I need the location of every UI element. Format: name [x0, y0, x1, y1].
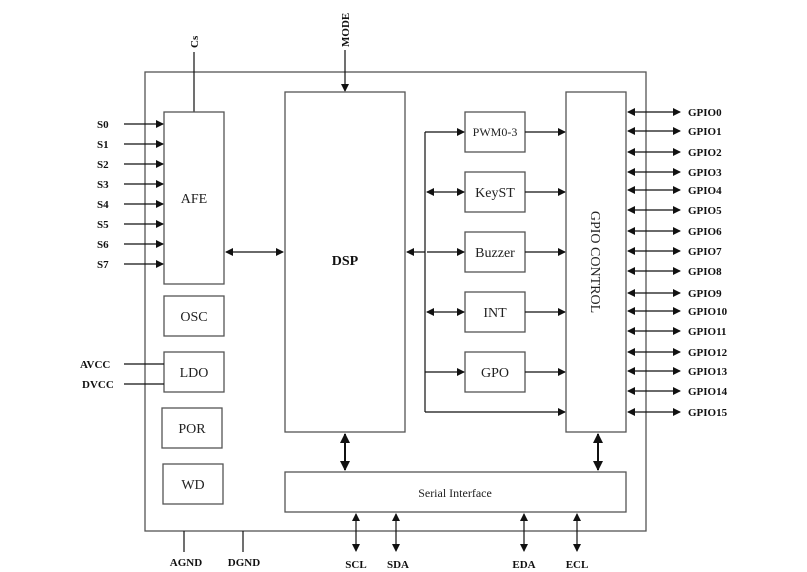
- dgnd-pin-label: DGND: [228, 557, 260, 569]
- gpio-pin-label: GPIO1: [688, 126, 722, 138]
- sensor-input-label: S5: [97, 219, 109, 231]
- dsp-label: DSP: [332, 254, 359, 269]
- sensor-input-label: S3: [97, 179, 109, 191]
- avcc-pin-label: AVCC: [80, 359, 110, 371]
- gpio-control-label: GPIO CONTROL: [587, 211, 602, 313]
- cs-pin-label: Cs: [189, 35, 201, 48]
- gpio-pin-label: GPIO8: [688, 266, 722, 278]
- agnd-pin-label: AGND: [170, 557, 202, 569]
- mode-pin-label: MODE: [340, 13, 352, 47]
- int-label: INT: [483, 306, 507, 321]
- gpio-pin-label: GPIO11: [688, 326, 727, 338]
- ldo-label: LDO: [180, 366, 209, 381]
- pwm-label: PWM0-3: [473, 125, 518, 139]
- buzzer-label: Buzzer: [475, 246, 515, 261]
- por-label: POR: [178, 422, 206, 437]
- gpio-pin-label: GPIO7: [688, 246, 722, 258]
- gpio-pin-label: GPIO0: [688, 107, 722, 119]
- gpio-pin-label: GPIO6: [688, 226, 722, 238]
- gpio-pin-label: GPIO2: [688, 147, 722, 159]
- keyst-label: KeyST: [475, 186, 515, 201]
- gpio-pin-label: GPIO13: [688, 366, 728, 378]
- gpio-pins: GPIO0 GPIO1 GPIO2 GPIO3 GPIO4 GPIO5 GPIO6 GPIO7…: [627, 107, 728, 419]
- dvcc-pin-label: DVCC: [82, 379, 114, 391]
- osc-label: OSC: [180, 310, 207, 325]
- sensor-input-label: S1: [97, 139, 109, 151]
- gpo-label: GPO: [481, 366, 509, 381]
- gpio-pin-label: GPIO3: [688, 167, 722, 179]
- sensor-inputs: S0 S1 S2 S3 S4 S5 S6 S7: [97, 119, 164, 271]
- sensor-input-label: S0: [97, 119, 109, 131]
- gpio-pin-label: GPIO5: [688, 205, 722, 217]
- gpio-pin-label: GPIO14: [688, 386, 728, 398]
- sensor-input-label: S2: [97, 159, 109, 171]
- sensor-input-label: S6: [97, 239, 109, 251]
- gpio-pin-label: GPIO15: [688, 407, 728, 419]
- gpio-pin-label: GPIO4: [688, 185, 722, 197]
- ecl-pin-label: ECL: [566, 559, 589, 571]
- sensor-input-label: S7: [97, 259, 109, 271]
- gpio-pin-label: GPIO10: [688, 306, 728, 318]
- sensor-input-label: S4: [97, 199, 109, 211]
- eda-pin-label: EDA: [512, 559, 535, 571]
- gpio-pin-label: GPIO9: [688, 288, 722, 300]
- afe-label: AFE: [181, 192, 207, 207]
- block-diagram: Cs MODE AFE S0 S1 S2 S3 S4 S5 S6 S7 OSC LDO POR…: [80, 13, 728, 571]
- wd-label: WD: [181, 478, 204, 493]
- serial-interface-label: Serial Interface: [418, 486, 492, 500]
- sda-pin-label: SDA: [387, 559, 409, 571]
- scl-pin-label: SCL: [345, 559, 366, 571]
- gpio-pin-label: GPIO12: [688, 347, 728, 359]
